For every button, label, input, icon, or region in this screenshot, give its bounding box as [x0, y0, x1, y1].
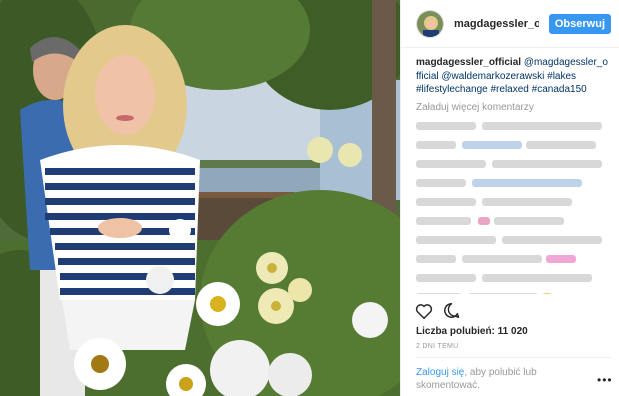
caption-username[interactable]: magdagessler_official [416, 57, 521, 68]
blurred-comment [416, 290, 611, 294]
blurred-comment [416, 119, 611, 133]
caption-mention[interactable]: @magdagessler_o [524, 57, 608, 68]
caption-mention-cont[interactable]: fficial [416, 71, 439, 82]
header-username[interactable]: magdagessler_official [454, 18, 539, 30]
blurred-comment [416, 195, 611, 209]
blurred-comment [416, 252, 611, 266]
follow-button[interactable]: Obserwuj [548, 13, 611, 34]
comments-section: magdagessler_official @magdagessler_o ff… [416, 56, 611, 294]
caption-hashtag[interactable]: #relaxed [491, 84, 529, 95]
avatar[interactable] [416, 9, 444, 38]
comment-icon[interactable] [443, 302, 460, 324]
divider [416, 357, 611, 358]
caption-mention[interactable]: @waldemarkozerawski [441, 71, 544, 82]
caption: magdagessler_official @magdagessler_o ff… [416, 56, 611, 97]
caption-hashtag[interactable]: #lifestylechange [416, 84, 488, 95]
blurred-comment [416, 157, 611, 171]
blurred-comment [416, 138, 611, 152]
likes-count[interactable]: Liczba polubień: 11 020 [416, 326, 528, 337]
post-header: magdagessler_official Obserwuj [401, 0, 619, 48]
caption-hashtag[interactable]: #lakes [547, 71, 576, 82]
load-more-comments[interactable]: Załaduj więcej komentarzy [416, 101, 611, 114]
blurred-comment [416, 214, 611, 228]
heart-icon[interactable] [415, 303, 433, 324]
blurred-comment [416, 233, 611, 247]
post-actions [415, 302, 460, 324]
photo-illustration [0, 0, 400, 396]
post-photo[interactable] [0, 0, 400, 396]
login-prompt: Zaloguj się, aby polubić lub skomentować… [416, 366, 576, 392]
post-timestamp[interactable]: 2 DNI TEMU [416, 343, 459, 350]
caption-hashtag[interactable]: #canada150 [532, 84, 587, 95]
login-link[interactable]: Zaloguj się [416, 367, 464, 378]
more-options-icon[interactable]: ••• [597, 373, 613, 387]
blurred-comment [416, 271, 611, 285]
blurred-comment [416, 176, 611, 190]
post-sidebar: magdagessler_official Obserwuj magdagess… [400, 0, 619, 396]
